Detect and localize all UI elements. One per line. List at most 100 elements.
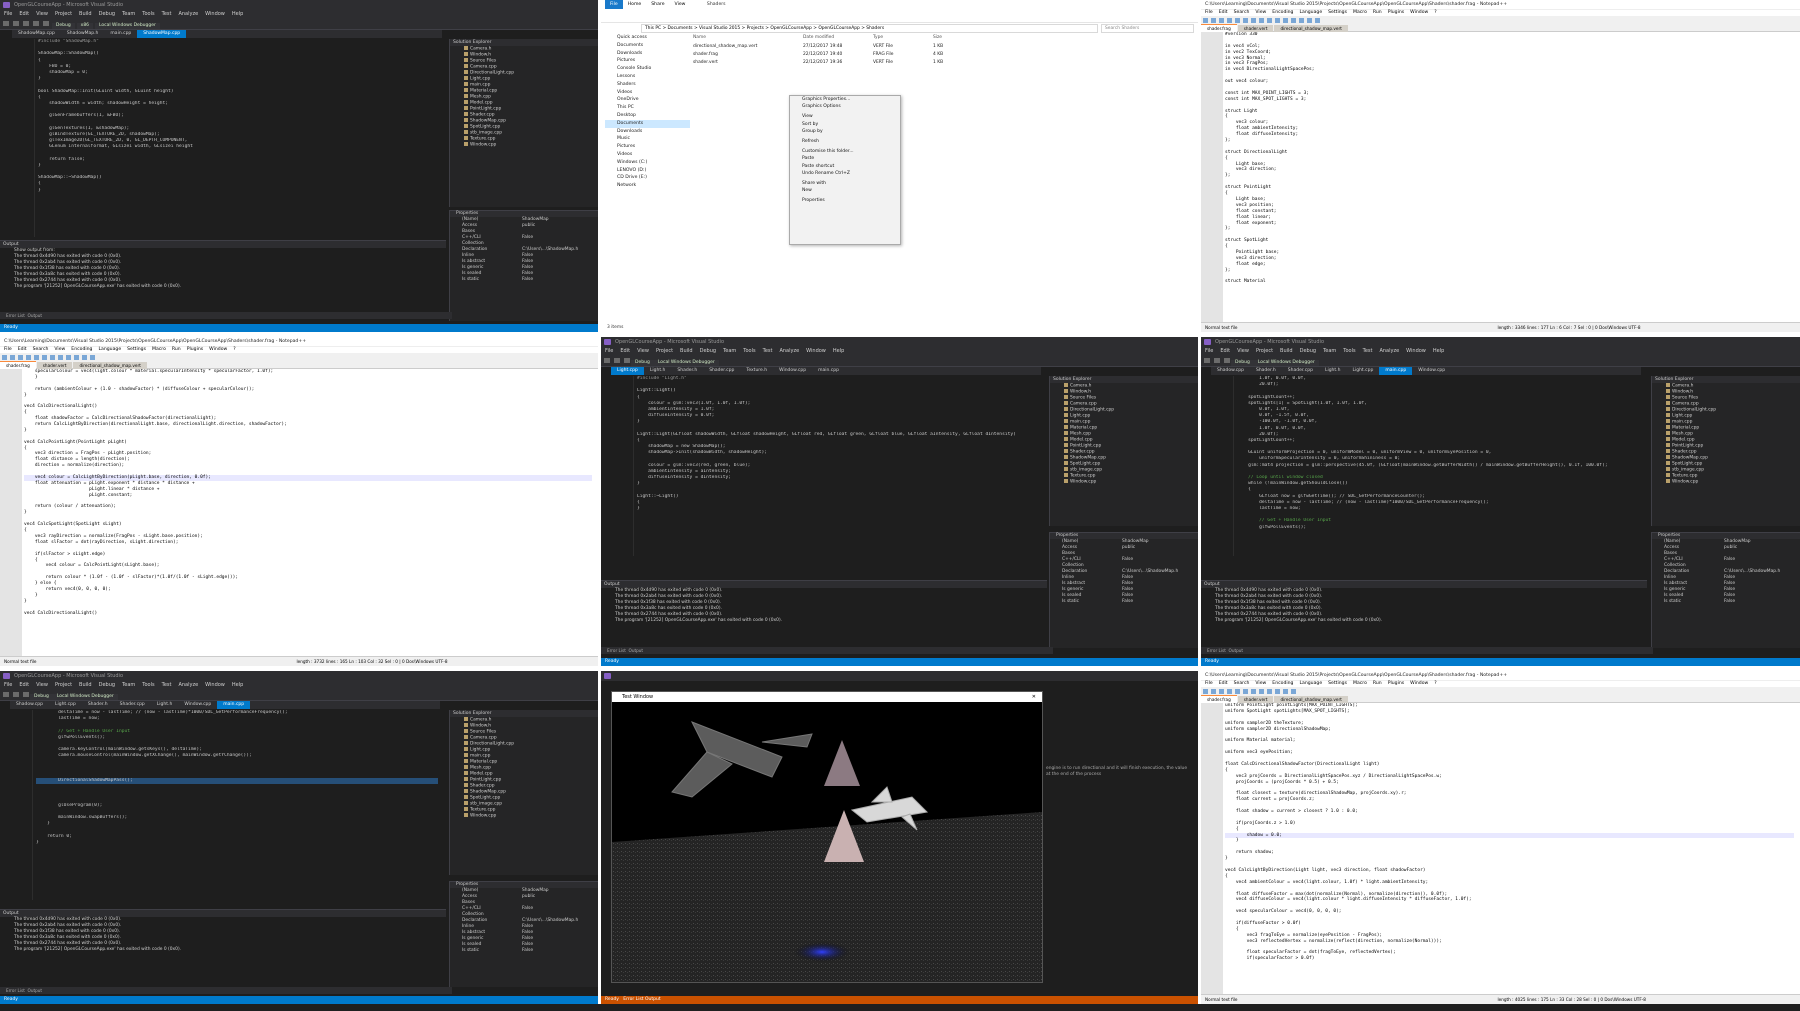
redo-icon[interactable] [1283, 17, 1288, 23]
find-icon[interactable] [1291, 688, 1296, 694]
context-menu-item[interactable]: Graphics Options [790, 103, 900, 110]
context-menu-item[interactable]: Refresh [790, 138, 900, 145]
menu-item[interactable]: Language [1299, 681, 1322, 686]
run-debugger-button[interactable]: Local Windows Debugger [1253, 360, 1319, 366]
menu-file[interactable]: File [4, 11, 12, 17]
context-menu-item[interactable]: Customise this folder... [790, 148, 900, 155]
menu-build[interactable]: Build [1280, 348, 1293, 354]
save-all-icon[interactable] [1227, 688, 1232, 694]
error-list-tab[interactable]: Error List [1207, 648, 1226, 653]
document-tab[interactable]: Shader.h [1250, 367, 1282, 375]
context-menu-item[interactable]: Undo Rename Ctrl+Z [790, 170, 900, 177]
nav-item[interactable]: Music [605, 135, 690, 143]
document-tab[interactable]: Shadow.cpp [10, 701, 49, 709]
game-window[interactable]: Test Window ✕ [611, 691, 1043, 983]
ribbon-file-tab[interactable]: File [605, 0, 623, 9]
document-tab[interactable]: Window.cpp [1412, 367, 1451, 375]
nav-item[interactable]: Quick access [605, 34, 690, 42]
save-icon[interactable] [23, 21, 29, 26]
tab-shader-vert[interactable]: shader.vert [36, 362, 73, 369]
tab-shader-vert[interactable]: shader.vert [1237, 696, 1274, 703]
document-tab[interactable]: Shader.h [671, 367, 703, 375]
menu-view[interactable]: View [36, 11, 48, 17]
nav-item[interactable]: Videos [605, 151, 690, 159]
menu-item[interactable]: ? [1434, 10, 1436, 15]
forward-icon[interactable] [13, 21, 19, 26]
context-menu-item[interactable]: Sort by [790, 121, 900, 128]
menu-item[interactable]: ? [1434, 681, 1436, 686]
nav-item[interactable]: Pictures [605, 57, 690, 65]
menu-item[interactable]: Plugins [187, 347, 203, 352]
code-lines[interactable]: uniform PointLight pointLights[MAX_POINT… [1225, 703, 1794, 995]
copy-icon[interactable] [1259, 688, 1264, 694]
context-menu[interactable]: Graphics Properties... Graphics Options Vi… [789, 95, 901, 245]
error-list-tab[interactable]: Error List [6, 313, 25, 318]
open-icon[interactable] [1211, 688, 1216, 694]
code-editor[interactable]: #include "ShadowMap.h" ShadowMap::ShadowM… [12, 39, 444, 237]
menu-debug[interactable]: Debug [700, 348, 716, 354]
menu-window[interactable]: Window [806, 348, 826, 354]
nav-item[interactable]: Windows (C:) [605, 159, 690, 167]
menu-item[interactable]: View [1255, 10, 1266, 15]
nav-item[interactable]: Lessons [605, 73, 690, 81]
document-tab[interactable]: Shader.cpp [703, 367, 740, 375]
undo-icon[interactable] [43, 21, 49, 26]
menu-bar[interactable]: File Edit View Project Build Debug Team Tools Te… [0, 10, 598, 19]
menu-build[interactable]: Build [680, 348, 693, 354]
menu-item[interactable]: File [1205, 10, 1213, 15]
print-icon[interactable] [42, 354, 47, 360]
col-name[interactable]: Name [693, 34, 803, 41]
redo-icon[interactable] [1283, 688, 1288, 694]
menu-file[interactable]: File [1205, 348, 1213, 354]
save-all-icon[interactable] [1227, 17, 1232, 23]
menu-edit[interactable]: Edit [19, 11, 29, 17]
context-menu-item[interactable]: New [790, 187, 900, 194]
menu-item[interactable]: Macro [1353, 681, 1367, 686]
menu-tools[interactable]: Tools [743, 348, 755, 354]
menu-item[interactable]: Search [1234, 681, 1250, 686]
paste-icon[interactable] [1267, 17, 1272, 23]
cut-icon[interactable] [1251, 688, 1256, 694]
tab-shader-vert[interactable]: shader.vert [1237, 25, 1274, 32]
menu-team[interactable]: Team [122, 682, 135, 688]
menu-test[interactable]: Test [763, 348, 773, 354]
code-lines[interactable]: #include "Light.h" Light::Light(){ colour… [637, 376, 1039, 512]
ribbon-home-tab[interactable]: Home [623, 0, 647, 9]
tab-shadow-map-vert[interactable]: directional_shadow_map.vert [1274, 696, 1348, 703]
menu-item[interactable]: Search [33, 347, 49, 352]
menu-item[interactable]: Macro [152, 347, 166, 352]
menu-item[interactable]: Settings [127, 347, 146, 352]
nav-item[interactable]: Downloads [605, 128, 690, 136]
redo-icon[interactable] [82, 354, 87, 360]
property-row[interactable]: Is static False [456, 948, 598, 954]
new-icon[interactable] [1203, 17, 1208, 23]
save-icon[interactable] [18, 354, 23, 360]
menu-item[interactable]: View [1255, 681, 1266, 686]
menu-view[interactable]: View [36, 682, 48, 688]
tab-shader-frag[interactable]: shader.frag [1201, 695, 1237, 703]
output-tab[interactable]: Output [629, 648, 644, 653]
platform-dropdown[interactable]: x86 [76, 23, 94, 29]
navigation-pane[interactable]: Quick access Documents Downloads Pictures Co… [605, 34, 690, 324]
copy-icon[interactable] [58, 354, 63, 360]
menu-bar[interactable]: File Edit View Project Build Debug Team Tools Te… [1201, 347, 1800, 356]
menu-item[interactable]: Macro [1353, 10, 1367, 15]
document-tab[interactable]: Light.cpp [49, 701, 82, 709]
menu-item[interactable]: File [4, 347, 12, 352]
nav-item[interactable]: Videos [605, 89, 690, 97]
code-editor[interactable]: 1.0f, 0.0f, 0.0f, 20.0f); spotLightCount… [1211, 376, 1643, 556]
menu-item[interactable]: Settings [1328, 10, 1347, 15]
document-tab[interactable]: Light.cpp [611, 367, 644, 375]
menu-item[interactable]: Edit [18, 347, 27, 352]
nav-item[interactable]: Documents [605, 42, 690, 50]
code-lines[interactable]: #include "ShadowMap.h" ShadowMap::ShadowM… [38, 39, 440, 194]
print-icon[interactable] [1243, 17, 1248, 23]
nav-item[interactable]: LENOVO (D:) [605, 167, 690, 175]
menu-window[interactable]: Window [205, 682, 225, 688]
document-tab[interactable]: Texture.h [740, 367, 773, 375]
open-icon[interactable] [10, 354, 15, 360]
ribbon-view-tab[interactable]: View [670, 0, 691, 9]
config-dropdown[interactable]: Debug [51, 23, 75, 29]
new-icon[interactable] [2, 354, 7, 360]
undo-icon[interactable] [1275, 17, 1280, 23]
